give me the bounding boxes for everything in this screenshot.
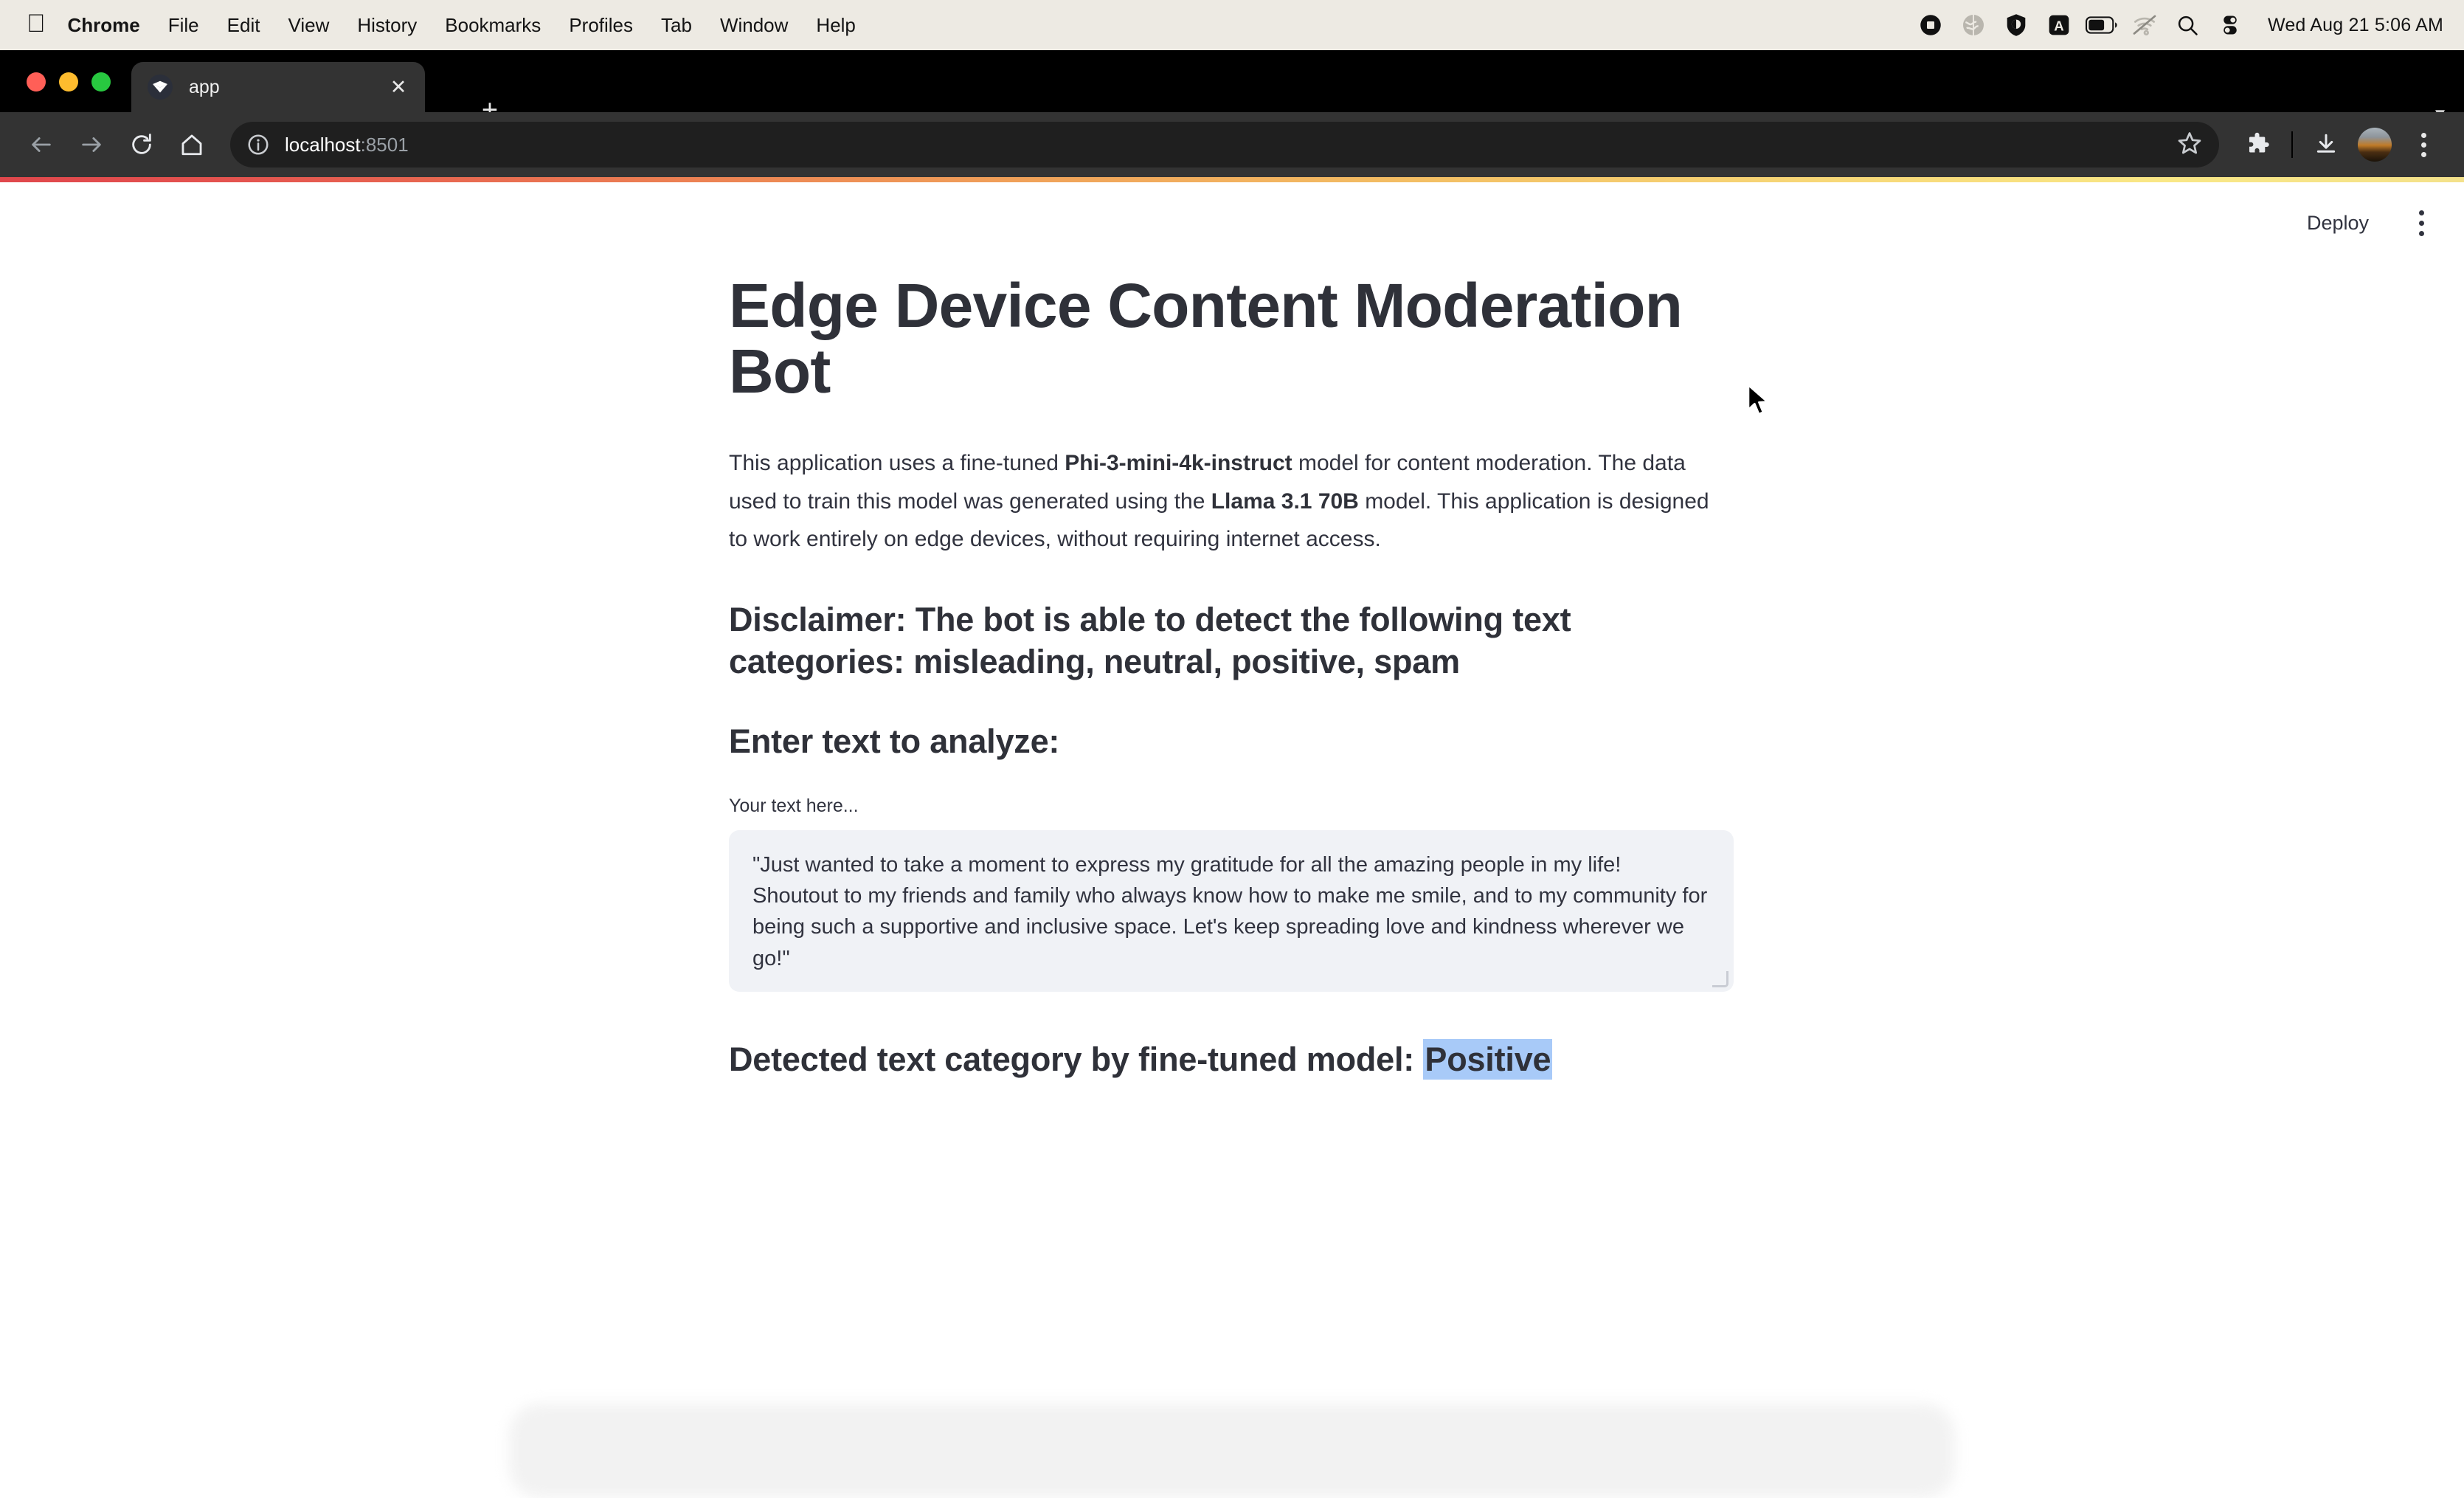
- close-icon[interactable]: ✕: [384, 76, 413, 99]
- address-bar[interactable]: localhost:8501: [230, 122, 2219, 168]
- url-host: localhost: [285, 133, 361, 156]
- macos-menu-bar:  Chrome File Edit View History Bookmark…: [0, 0, 2464, 50]
- maximize-window-button[interactable]: [91, 72, 111, 92]
- input-source-a-icon[interactable]: A: [2038, 9, 2080, 41]
- tab-strip: app ✕ + ▾: [0, 50, 2464, 126]
- page-title: Edge Device Content Moderation Bot: [729, 271, 1683, 407]
- menu-bar-clock[interactable]: Wed Aug 21 5:06 AM: [2268, 15, 2443, 36]
- menu-item-window[interactable]: Window: [706, 14, 802, 37]
- bottom-panel-edge: [509, 1404, 1955, 1498]
- menu-item-tab[interactable]: Tab: [647, 14, 706, 37]
- menu-item-profiles[interactable]: Profiles: [555, 14, 647, 37]
- menu-item-file[interactable]: File: [154, 14, 213, 37]
- apple-logo-icon[interactable]: : [27, 11, 46, 36]
- page-viewport: Deploy Edge Device Content Moderation Bo…: [0, 177, 2464, 1498]
- menu-item-chrome[interactable]: Chrome: [68, 14, 154, 37]
- streamlit-accent-gradient-bar: [0, 177, 2464, 182]
- address-bar-url: localhost:8501: [285, 134, 409, 156]
- textarea-value: "Just wanted to take a moment to express…: [752, 852, 1708, 970]
- globe-icon[interactable]: [1952, 9, 1995, 41]
- site-info-icon[interactable]: [246, 133, 270, 156]
- close-window-button[interactable]: [27, 72, 46, 92]
- downloads-icon[interactable]: [2303, 122, 2349, 168]
- menu-item-help[interactable]: Help: [802, 14, 869, 37]
- enter-text-heading: Enter text to analyze:: [729, 722, 1060, 761]
- forward-arrow-icon[interactable]: [66, 120, 117, 170]
- extensions-puzzle-icon[interactable]: [2235, 122, 2281, 168]
- text-input-textarea[interactable]: "Just wanted to take a moment to express…: [729, 829, 1734, 992]
- browser-toolbar: localhost:8501: [0, 112, 2464, 177]
- textarea-resize-handle[interactable]: [1712, 970, 1728, 987]
- menu-item-edit[interactable]: Edit: [213, 14, 274, 37]
- back-arrow-icon[interactable]: [16, 120, 66, 170]
- app-description: This application uses a fine-tuned Phi-3…: [729, 444, 1732, 559]
- desc-part-1: This application uses a fine-tuned: [729, 451, 1065, 476]
- streamlit-app-header: Deploy: [0, 182, 2464, 263]
- wifi-off-icon[interactable]: [2123, 9, 2166, 41]
- app-main-content: Edge Device Content Moderation Bot This …: [729, 271, 1734, 1080]
- control-center-icon[interactable]: [2209, 9, 2252, 41]
- bookmark-star-icon[interactable]: [2176, 130, 2203, 160]
- menu-item-view[interactable]: View: [274, 14, 343, 37]
- deploy-button[interactable]: Deploy: [2291, 204, 2385, 242]
- shield-vpn-icon[interactable]: [1995, 9, 2038, 41]
- chrome-window: app ✕ + ▾ localhost:8501: [0, 50, 2464, 177]
- desc-bold-llama: Llama 3.1 70B: [1211, 489, 1359, 514]
- minimize-window-button[interactable]: [59, 72, 78, 92]
- menu-bar-items:  Chrome File Edit View History Bookmark…: [27, 11, 870, 37]
- toolbar-divider: [2291, 131, 2293, 158]
- home-icon[interactable]: [167, 120, 217, 170]
- menu-item-bookmarks[interactable]: Bookmarks: [431, 14, 555, 37]
- url-port: :8501: [360, 133, 409, 156]
- menu-item-history[interactable]: History: [343, 14, 431, 37]
- status-badge: Positive: [1423, 1038, 1553, 1080]
- textarea-label: Your text here...: [729, 795, 859, 816]
- menu-bar-status-icons: A Wed Aug 21 5:06 AM: [1909, 9, 2443, 41]
- browser-tab-app[interactable]: app ✕: [131, 62, 425, 112]
- desc-bold-model: Phi-3-mini-4k-instruct: [1065, 451, 1292, 476]
- disclaimer-heading: Disclaimer: The bot is able to detect th…: [729, 600, 1571, 681]
- spotlight-search-icon[interactable]: [2166, 9, 2209, 41]
- screen-recording-icon[interactable]: [1909, 9, 1952, 41]
- reload-icon[interactable]: [117, 120, 167, 170]
- result-prefix: Detected text category by fine-tuned mod…: [729, 1040, 1424, 1078]
- detected-category-result: Detected text category by fine-tuned mod…: [729, 1038, 1732, 1080]
- streamlit-favicon-icon: [148, 75, 173, 100]
- app-menu-kebab-icon[interactable]: [2413, 204, 2430, 242]
- window-traffic-lights: [27, 72, 111, 92]
- chrome-menu-kebab-icon[interactable]: [2401, 122, 2446, 168]
- battery-icon[interactable]: [2080, 9, 2123, 41]
- svg-text:A: A: [2054, 18, 2063, 33]
- profile-avatar[interactable]: [2358, 128, 2392, 162]
- mouse-cursor: [1747, 384, 1772, 421]
- tab-title: app: [189, 76, 220, 97]
